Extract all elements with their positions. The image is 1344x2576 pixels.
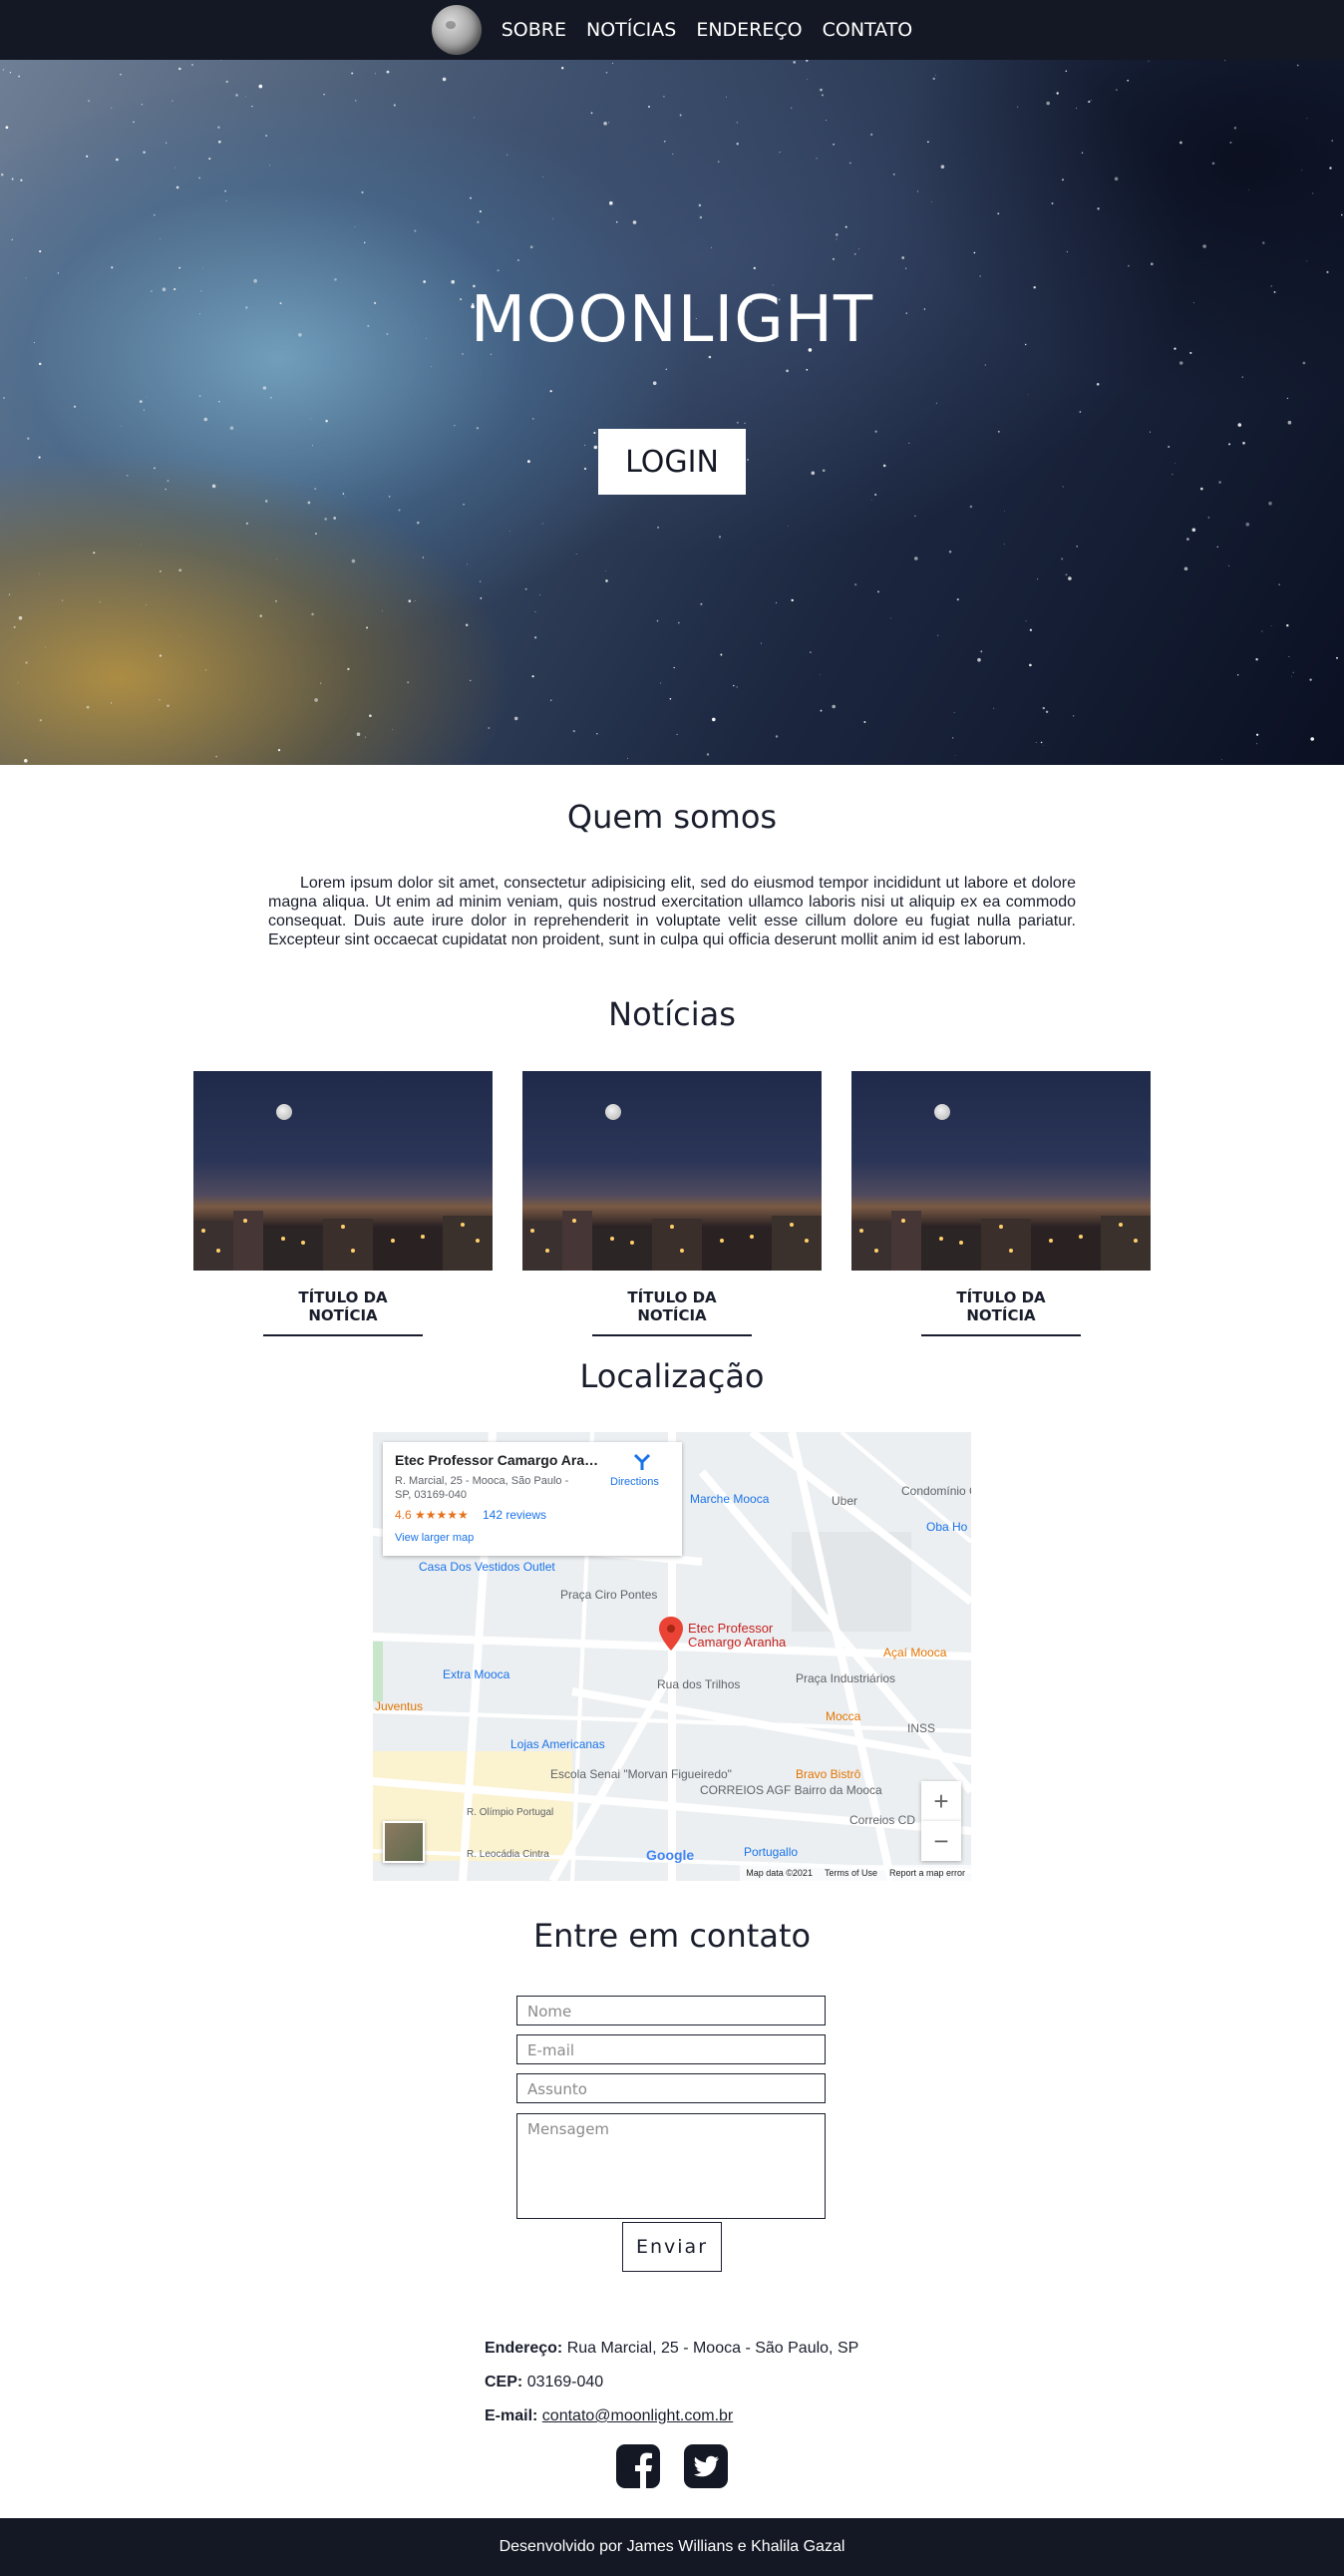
starfield-background: [0, 60, 1343, 763]
email-label: E-mail:: [485, 2407, 538, 2424]
email-link[interactable]: contato@moonlight.com.br: [542, 2407, 733, 2424]
map-street-label: R. Olímpio Portugal: [467, 1807, 554, 1818]
terms-link[interactable]: Terms of Use: [825, 1868, 877, 1878]
hero-banner: MOONLIGHT LOGIN: [0, 60, 1344, 765]
about-heading: Quem somos: [566, 798, 778, 836]
map-poi-label: Praça Ciro Pontes: [560, 1588, 658, 1602]
news-title-link[interactable]: TÍTULO DA NOTÍCIA: [263, 1288, 423, 1336]
login-button[interactable]: LOGIN: [598, 429, 746, 495]
address-line: Endereço: Rua Marcial, 25 - Mooca - São …: [485, 2340, 858, 2358]
email-line: E-mail: contato@moonlight.com.br: [485, 2407, 733, 2425]
facebook-icon[interactable]: [616, 2444, 660, 2488]
news-title-link[interactable]: TÍTULO DA NOTÍCIA: [592, 1288, 752, 1336]
google-logo: Google: [646, 1847, 695, 1863]
city-lights-image: [193, 1211, 493, 1271]
report-error-link[interactable]: Report a map error: [889, 1868, 965, 1878]
address-label: Endereço:: [485, 2340, 563, 2357]
send-button[interactable]: Enviar: [622, 2222, 722, 2272]
news-image[interactable]: [851, 1071, 1151, 1271]
top-navbar: SOBRE NOTÍCIAS ENDEREÇO CONTATO: [0, 0, 1344, 60]
about-text: Lorem ipsum dolor sit amet, consectetur …: [268, 875, 1076, 948]
news-card[interactable]: TÍTULO DA NOTÍCIA: [522, 1071, 822, 1336]
place-address: R. Marcial, 25 - Mooca, São Paulo - SP, …: [395, 1475, 569, 1501]
map-street-label: Rua dos Trilhos: [657, 1677, 741, 1691]
news-heading: Notícias: [608, 995, 736, 1033]
news-image[interactable]: [522, 1071, 822, 1271]
location-heading: Localização: [579, 1357, 765, 1395]
cep-line: CEP: 03169-040: [485, 2374, 603, 2392]
map-pin-icon[interactable]: [658, 1616, 684, 1652]
satellite-toggle[interactable]: [383, 1821, 425, 1863]
map-poi-label: Juventus: [375, 1699, 424, 1713]
news-title-link[interactable]: TÍTULO DA NOTÍCIA: [921, 1288, 1081, 1336]
news-card[interactable]: TÍTULO DA NOTÍCIA: [193, 1071, 493, 1336]
embedded-map[interactable]: Etec Professor Camargo Aran... R. Marcia…: [373, 1432, 971, 1881]
moon-icon: [934, 1104, 950, 1120]
cep-value: 03169-040: [526, 2374, 604, 2391]
zoom-in-button[interactable]: +: [921, 1781, 961, 1821]
map-poi-label: Casa Dos Vestidos Outlet: [419, 1560, 555, 1574]
city-lights-image: [522, 1211, 822, 1271]
map-poi-label: Açaí Mooca: [883, 1646, 947, 1659]
place-info-card: Etec Professor Camargo Aran... R. Marcia…: [383, 1442, 682, 1556]
nav-link-endereco[interactable]: ENDEREÇO: [696, 19, 802, 41]
map-marker-label: Etec Professor Camargo Aranha: [688, 1621, 787, 1650]
footer: Desenvolvido por James Willians e Khalil…: [0, 2518, 1344, 2576]
reviews-link[interactable]: 142 reviews: [483, 1508, 546, 1522]
twitter-icon[interactable]: [684, 2444, 728, 2488]
map-poi-label: INSS: [907, 1721, 936, 1735]
nav-link-noticias[interactable]: NOTÍCIAS: [586, 19, 676, 41]
map-poi-label: Escola Senai "Morvan Figueiredo": [550, 1767, 732, 1781]
nav-link-contato[interactable]: CONTATO: [823, 19, 913, 41]
news-image[interactable]: [193, 1071, 493, 1271]
map-attribution: Map data ©2021 Terms of Use Report a map…: [740, 1865, 971, 1881]
map-poi-label: Extra Mooca: [443, 1667, 510, 1681]
map-poi-label: Marche Mooca: [690, 1492, 770, 1506]
map-poi-label: Correios CD: [849, 1813, 916, 1827]
map-poi-label: Bravo Bistrô: [796, 1767, 861, 1781]
footer-credits: Desenvolvido por James Willians e Khalil…: [499, 2538, 845, 2555]
place-rating: 4.6 ★★★★★: [395, 1508, 469, 1522]
map-poi-label: Oba Ho: [926, 1520, 968, 1534]
view-larger-map-link[interactable]: View larger map: [395, 1532, 474, 1544]
map-poi-label: Praça Industriários: [796, 1671, 896, 1685]
map-poi-label: Uber: [832, 1494, 858, 1508]
map-poi-label: Mocca: [826, 1709, 861, 1723]
directions-icon[interactable]: [632, 1452, 652, 1472]
place-name: Etec Professor Camargo Aran...: [395, 1452, 604, 1468]
map-data-text: Map data ©2021: [746, 1868, 813, 1878]
map-poi-label: Condomínio Central Park: [901, 1484, 971, 1498]
nav-link-sobre[interactable]: SOBRE: [502, 19, 566, 41]
nav-links: SOBRE NOTÍCIAS ENDEREÇO CONTATO: [502, 19, 913, 41]
map-poi-label: CORREIOS AGF Bairro da Mooca: [700, 1783, 882, 1797]
moon-icon: [605, 1104, 621, 1120]
contact-heading: Entre em contato: [532, 1917, 812, 1955]
directions-link[interactable]: Directions: [610, 1476, 659, 1488]
name-input[interactable]: Nome: [516, 1996, 826, 2025]
map-street-label: R. Leocádia Cintra: [467, 1849, 549, 1860]
moon-logo-icon[interactable]: [431, 5, 482, 55]
city-lights-image: [851, 1211, 1151, 1271]
message-textarea[interactable]: Mensagem: [516, 2113, 826, 2219]
moon-icon: [276, 1104, 292, 1120]
cep-label: CEP:: [485, 2374, 523, 2391]
address-value: Rua Marcial, 25 - Mooca - São Paulo, SP: [566, 2340, 859, 2357]
map-poi-label: Portugallo: [744, 1845, 799, 1859]
hero-title: MOONLIGHT: [470, 283, 874, 357]
email-input[interactable]: E-mail: [516, 2034, 826, 2064]
zoom-out-button[interactable]: −: [921, 1821, 961, 1861]
map-poi-label: Lojas Americanas: [510, 1737, 605, 1751]
subject-input[interactable]: Assunto: [516, 2073, 826, 2103]
news-card[interactable]: TÍTULO DA NOTÍCIA: [851, 1071, 1151, 1336]
